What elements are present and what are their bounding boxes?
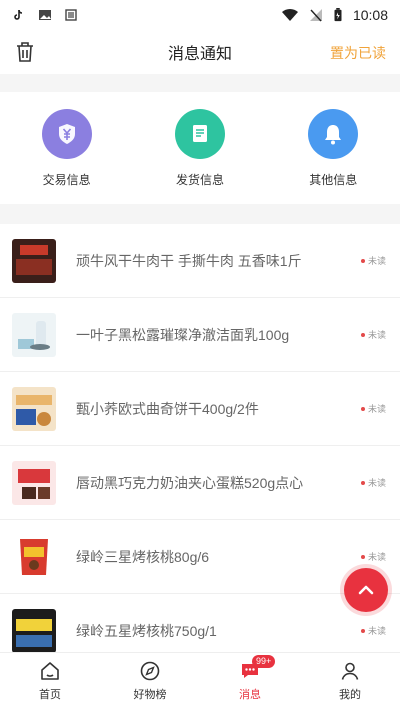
nav-goods-label: 好物榜 [133, 689, 167, 701]
unread-dot [360, 258, 365, 263]
compass-icon [140, 661, 160, 681]
status-icons-left [12, 8, 78, 22]
message-title: 绿岭三星烤核桃80g/6 [76, 548, 210, 565]
nav-mine[interactable]: 我的 [310, 653, 390, 711]
clock-time: 10:08 [352, 7, 388, 23]
bell-icon [308, 108, 359, 159]
unread-badge: 未读 [360, 550, 386, 563]
unread-badge: 未读 [360, 254, 386, 267]
nav-messages[interactable]: 99+ 消息 [210, 653, 290, 711]
unread-label: 未读 [367, 552, 386, 562]
message-title: 绿岭五星烤核桃750g/1 [76, 622, 217, 639]
product-thumbnail [12, 386, 56, 431]
status-bar: 10:08 [0, 0, 400, 30]
message-title: 顽牛风干牛肉干 手撕牛肉 五香味1斤 [76, 252, 302, 269]
chevron-up-icon [358, 585, 374, 595]
wifi-icon [281, 8, 298, 21]
image-icon [39, 10, 51, 20]
nav-messages-label: 消息 [239, 689, 261, 701]
category-trade[interactable]: 交易信息 [12, 108, 122, 188]
message-item[interactable]: 绿岭五星烤核桃750g/1 未读 [0, 594, 400, 652]
nav-home-label: 首页 [39, 689, 61, 701]
unread-dot [360, 480, 365, 485]
category-trade-label: 交易信息 [42, 172, 91, 187]
unread-badge: 未读 [360, 624, 386, 637]
message-categories: 交易信息 发货信息 其他信息 [0, 92, 400, 204]
category-shipping-label: 发货信息 [175, 172, 224, 187]
product-thumbnail [12, 608, 56, 652]
unread-dot [360, 406, 365, 411]
category-shipping[interactable]: 发货信息 [145, 108, 255, 188]
nav-home[interactable]: 首页 [10, 653, 90, 711]
nav-goods[interactable]: 好物榜 [110, 653, 190, 711]
message-item[interactable]: 唇动黑巧克力奶油夹心蛋糕520g点心 未读 [0, 446, 400, 520]
app-icon [65, 9, 77, 21]
document-icon [174, 108, 225, 159]
home-icon [41, 662, 59, 680]
unread-dot [360, 332, 365, 337]
product-thumbnail [12, 534, 56, 579]
unread-count-badge: 99+ [252, 655, 276, 668]
trash-icon[interactable] [15, 41, 35, 63]
unread-dot [360, 554, 365, 559]
tiktok-icon [14, 9, 23, 20]
no-signal-icon [309, 9, 322, 22]
unread-label: 未读 [367, 404, 386, 414]
message-list: 顽牛风干牛肉干 手撕牛肉 五香味1斤 未读 一叶子黑松露璀璨净澈洁面乳100g … [0, 224, 400, 652]
unread-label: 未读 [367, 626, 386, 636]
battery-icon [334, 8, 342, 22]
category-other-label: 其他信息 [309, 172, 358, 187]
message-item[interactable]: 顽牛风干牛肉干 手撕牛肉 五香味1斤 未读 [0, 224, 400, 298]
nav-mine-label: 我的 [339, 689, 361, 701]
product-thumbnail [12, 238, 56, 283]
message-item[interactable]: 一叶子黑松露璀璨净澈洁面乳100g 未读 [0, 298, 400, 372]
yuan-icon [41, 108, 92, 159]
unread-badge: 未读 [360, 476, 386, 489]
message-item[interactable]: 甄小荞欧式曲奇饼干400g/2件 未读 [0, 372, 400, 446]
product-thumbnail [12, 460, 56, 505]
category-other[interactable]: 其他信息 [278, 108, 388, 188]
unread-label: 未读 [367, 478, 386, 488]
unread-dot [360, 628, 365, 633]
message-item[interactable]: 绿岭三星烤核桃80g/6 未读 [0, 520, 400, 594]
user-icon [341, 662, 359, 680]
bottom-navigation: 首页 好物榜 99+ 消息 我的 [0, 652, 400, 711]
back-to-top-button[interactable] [344, 568, 388, 612]
unread-label: 未读 [367, 256, 386, 266]
mark-as-read-button[interactable]: 置为已读 [330, 43, 386, 63]
unread-badge: 未读 [360, 328, 386, 341]
page-title: 消息通知 [167, 46, 232, 63]
message-title: 甄小荞欧式曲奇饼干400g/2件 [76, 400, 259, 417]
status-icons-right: 10:08 [281, 7, 388, 23]
unread-label: 未读 [367, 330, 386, 340]
product-thumbnail [12, 312, 56, 357]
page-header: 消息通知 置为已读 [0, 30, 400, 74]
unread-badge: 未读 [360, 402, 386, 415]
message-title: 唇动黑巧克力奶油夹心蛋糕520g点心 [76, 474, 304, 491]
message-title: 一叶子黑松露璀璨净澈洁面乳100g [76, 326, 290, 343]
